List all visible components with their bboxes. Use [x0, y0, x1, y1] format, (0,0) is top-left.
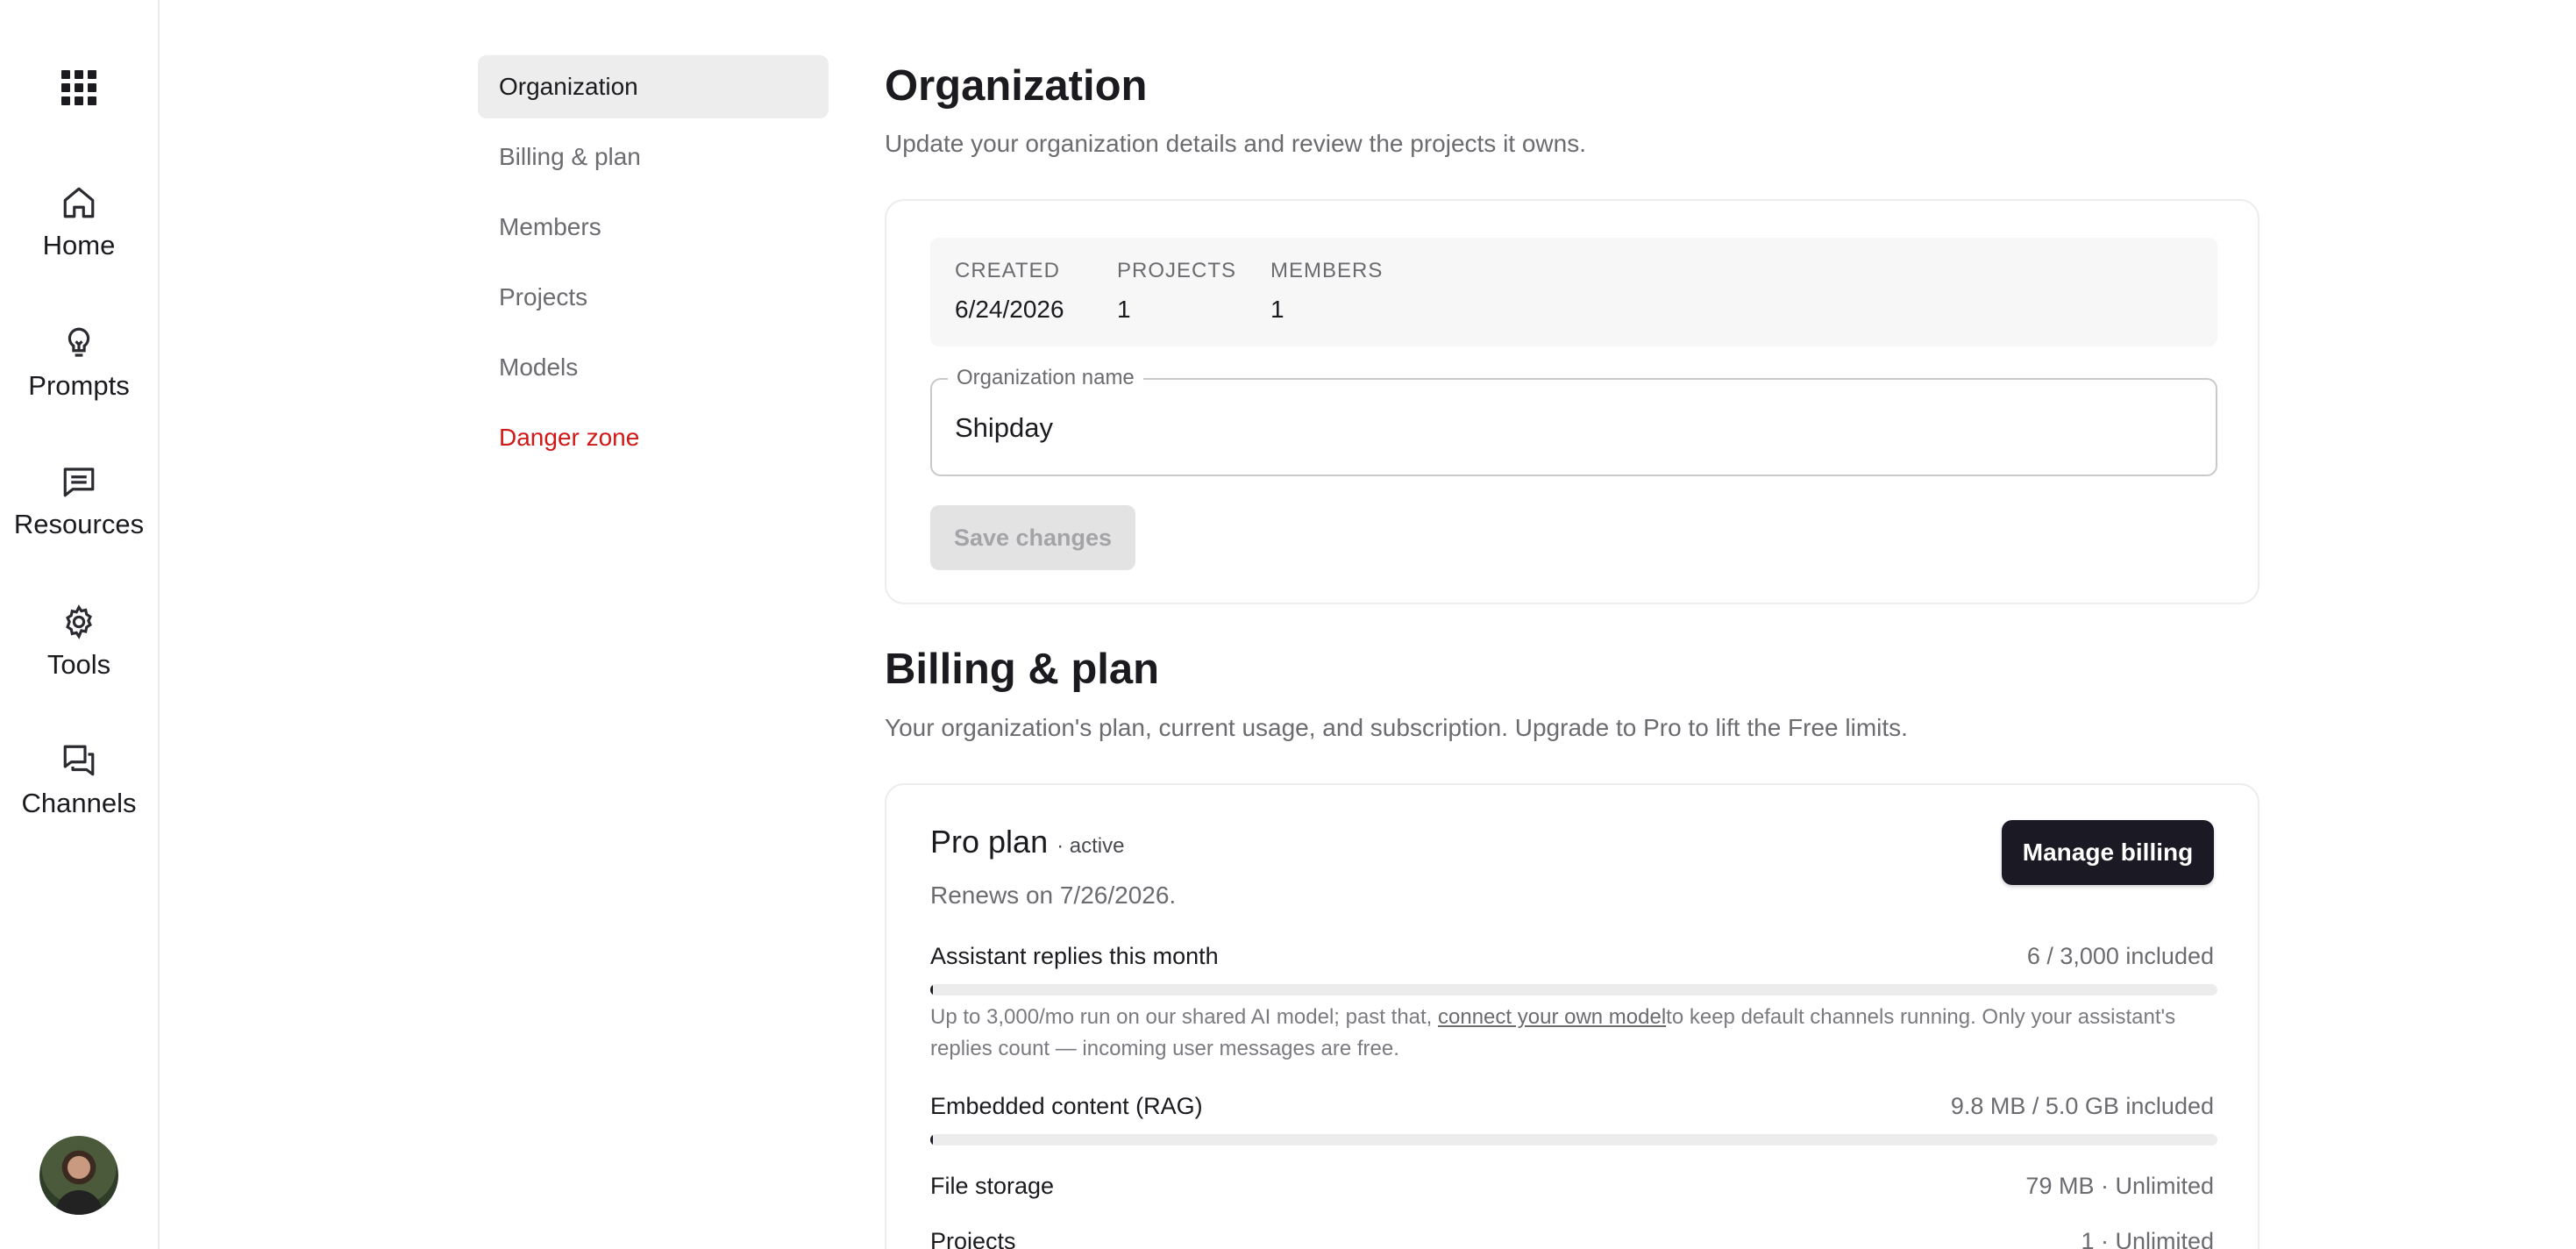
rail-item-label: Home — [42, 230, 116, 261]
usage-label-projects: Projects — [930, 1228, 1016, 1249]
connect-own-model-link[interactable]: connect your own model — [1438, 1005, 1666, 1029]
usage-bar-fill — [930, 984, 933, 996]
nav-item-danger-zone[interactable]: Danger zone — [478, 406, 829, 469]
rail-item-label: Channels — [21, 788, 137, 818]
organization-title: Organization — [885, 62, 1148, 110]
avatar[interactable] — [39, 1136, 118, 1215]
usage-value-projects: 1 · Unlimited — [2081, 1228, 2214, 1249]
usage-note-text: Up to 3,000/mo run on our shared AI mode… — [930, 1005, 1439, 1029]
billing-card: Pro plan · active Renews on 7/26/2026. M… — [885, 783, 2259, 1249]
rail-item-tools[interactable]: Tools — [0, 603, 158, 681]
settings-section-nav: Organization Billing & plan Members Proj… — [478, 55, 829, 476]
usage-note: Up to 3,000/mo run on our shared AI mode… — [930, 1002, 2217, 1065]
nav-item-organization[interactable]: Organization — [478, 55, 829, 118]
billing-subtitle: Your organization's plan, current usage,… — [885, 714, 1908, 741]
plan-status: · active — [1057, 834, 1125, 858]
usage-label-storage: File storage — [930, 1173, 1055, 1199]
usage-bar-replies — [930, 984, 2217, 996]
home-icon — [63, 187, 95, 218]
organization-name-field: Organization name — [930, 366, 2217, 476]
stat-value: 1 — [1270, 296, 1284, 323]
stat-label: MEMBERS — [1270, 259, 1384, 282]
organization-name-input[interactable] — [955, 406, 2182, 450]
app-rail: Home Prompts Resources Tools Channels — [0, 0, 160, 1249]
rail-item-label: Tools — [46, 649, 111, 680]
usage-value-rag: 9.8 MB / 5.0 GB included — [1950, 1093, 2214, 1119]
lightbulb-icon — [68, 327, 90, 357]
usage-value-replies: 6 / 3,000 included — [2026, 943, 2214, 969]
nav-item-models[interactable]: Models — [478, 336, 829, 399]
rail-item-prompts[interactable]: Prompts — [0, 325, 158, 402]
rail-item-channels[interactable]: Channels — [0, 742, 158, 819]
message-square-icon — [63, 467, 95, 497]
stat-label: PROJECTS — [1117, 259, 1237, 282]
stat-value: 6/24/2026 — [955, 296, 1064, 323]
gear-icon — [66, 604, 92, 639]
usage-bar-rag — [930, 1134, 2217, 1146]
manage-billing-button[interactable]: Manage billing — [2002, 820, 2214, 885]
apps-grid-icon[interactable] — [61, 70, 96, 105]
usage-label-rag: Embedded content (RAG) — [930, 1093, 1203, 1119]
save-changes-button[interactable]: Save changes — [930, 505, 1135, 570]
nav-item-members[interactable]: Members — [478, 196, 829, 259]
rail-item-label: Prompts — [28, 370, 130, 401]
organization-card: CREATED 6/24/2026 PROJECTS 1 MEMBERS 1 O… — [885, 199, 2259, 604]
stat-label: CREATED — [955, 259, 1060, 282]
chat-bubbles-icon — [63, 745, 95, 776]
nav-item-billing[interactable]: Billing & plan — [478, 125, 829, 189]
rail-item-label: Resources — [13, 509, 145, 539]
organization-subtitle: Update your organization details and rev… — [885, 130, 1586, 157]
nav-item-projects[interactable]: Projects — [478, 266, 829, 329]
usage-value-storage: 79 MB · Unlimited — [2025, 1173, 2214, 1199]
organization-name-label: Organization name — [948, 366, 1143, 390]
usage-bar-fill — [930, 1134, 933, 1146]
rail-item-resources[interactable]: Resources — [0, 463, 158, 540]
plan-title: Pro plan · active — [930, 824, 1124, 860]
stat-created: CREATED 6/24/2026 — [955, 259, 1064, 324]
stat-members: MEMBERS 1 — [1270, 259, 1383, 324]
stat-value: 1 — [1117, 296, 1131, 323]
billing-title: Billing & plan — [885, 646, 1160, 693]
plan-renewal: Renews on 7/26/2026. — [930, 881, 1177, 909]
plan-name: Pro plan — [930, 824, 1049, 860]
organization-stats: CREATED 6/24/2026 PROJECTS 1 MEMBERS 1 — [930, 238, 2217, 346]
rail-item-home[interactable]: Home — [0, 184, 158, 261]
stat-projects: PROJECTS 1 — [1117, 259, 1236, 324]
usage-label-replies: Assistant replies this month — [930, 943, 1219, 969]
